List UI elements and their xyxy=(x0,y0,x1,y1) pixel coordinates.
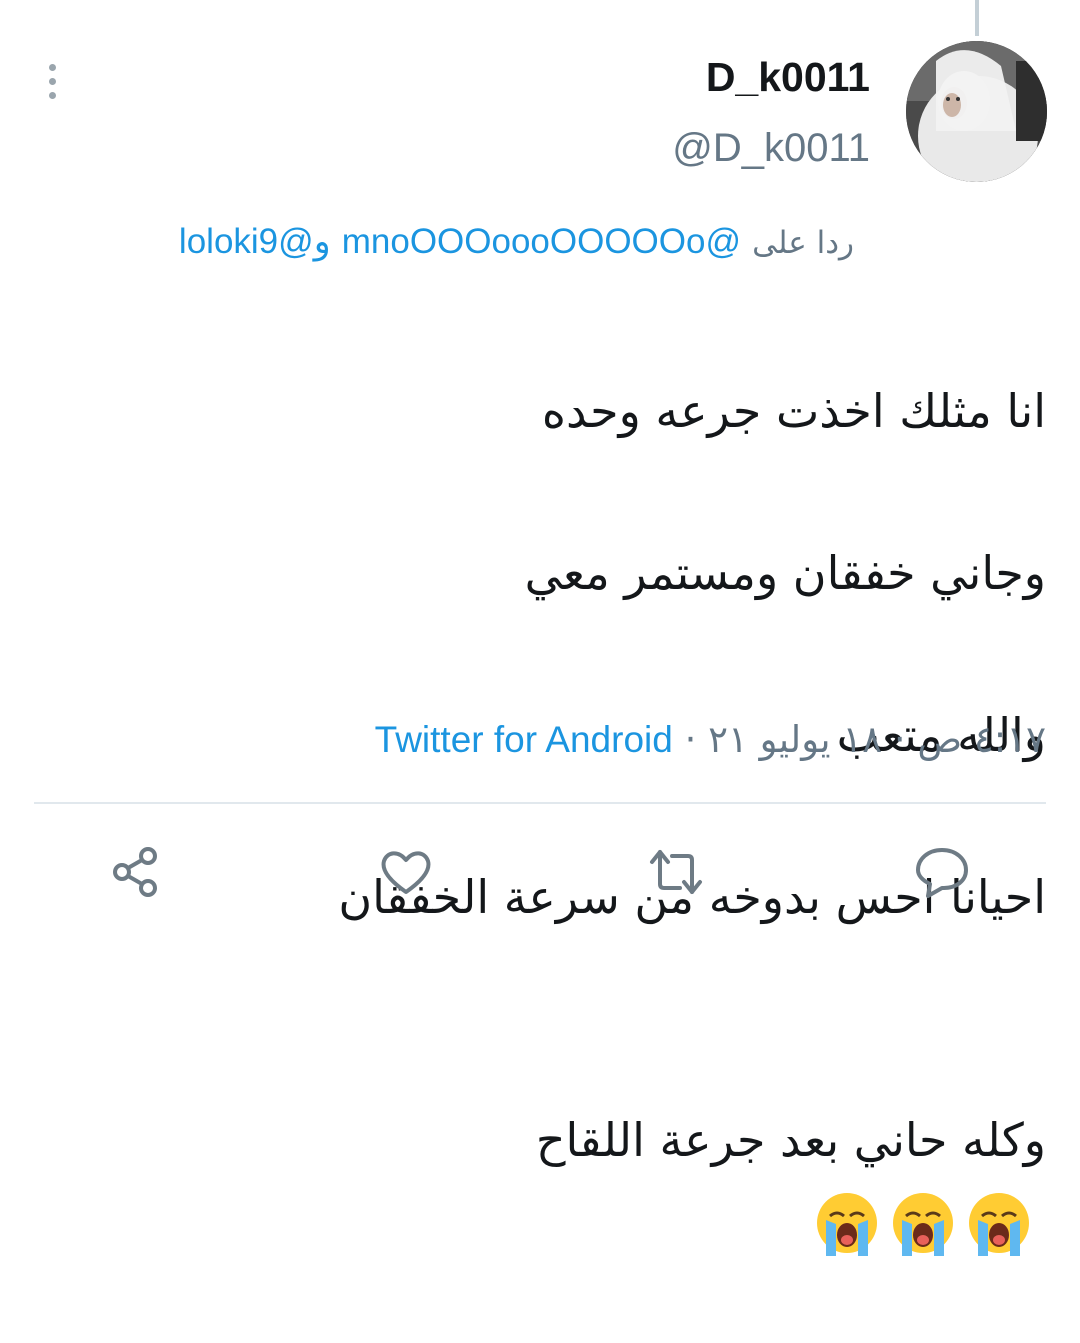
thread-connector-line xyxy=(975,0,979,36)
speech-bubble-icon xyxy=(916,848,968,898)
avatar[interactable] xyxy=(906,41,1047,182)
more-dot xyxy=(49,92,56,99)
replying-to-line: ردا على @mnoOOOoooOOOOOo و@loloki9 xyxy=(34,222,854,262)
more-dot xyxy=(49,64,56,71)
source-link[interactable]: Twitter for Android xyxy=(375,719,673,760)
more-dot xyxy=(49,78,56,85)
reply-button[interactable] xyxy=(912,842,972,902)
crying-face-icon xyxy=(969,1192,1029,1256)
meta-separator: · xyxy=(684,718,697,761)
crying-face-icon xyxy=(817,1192,877,1256)
reply-joiner: و xyxy=(313,222,331,262)
reply-mention-link[interactable]: @loloki9 xyxy=(179,222,314,261)
retweet-icon xyxy=(650,850,702,894)
tweet-text-line: انا مثلك اخذت جرعه وحده xyxy=(541,384,1046,438)
tweet-text-line-content: وكله حاني بعد جرعة اللقاح xyxy=(535,1113,1046,1167)
like-button[interactable] xyxy=(376,842,436,902)
reply-mention-link[interactable]: @mnoOOOoooOOOOOo xyxy=(342,222,741,261)
emoji-group xyxy=(812,1190,1034,1260)
display-name[interactable]: D_k0011 xyxy=(706,54,870,101)
retweet-button[interactable] xyxy=(646,842,706,902)
tweet-text-line: وجاني خفقان ومستمر معي xyxy=(524,546,1046,600)
tweet-body: انا مثلك اخذت جرعه وحده وجاني خفقان ومست… xyxy=(46,290,1046,1343)
share-nodes-icon xyxy=(113,847,157,897)
more-options-button[interactable] xyxy=(40,62,66,102)
user-handle[interactable]: @D_k0011 xyxy=(672,126,870,171)
heart-icon xyxy=(381,851,431,894)
timestamp[interactable]: ٤:١٧ ص · ١٨ يوليو ٢١ xyxy=(708,718,1046,761)
replying-to-label: ردا على xyxy=(752,225,854,261)
avatar-photo xyxy=(906,41,1047,182)
tweet-text-line: وكله حاني بعد جرعة اللقاح xyxy=(46,1019,1046,1262)
tweet-meta: ٤:١٧ ص · ١٨ يوليو ٢١ · Twitter for Andro… xyxy=(375,718,1046,761)
share-button[interactable] xyxy=(106,842,166,902)
divider xyxy=(34,802,1046,804)
crying-face-icon xyxy=(893,1192,953,1256)
